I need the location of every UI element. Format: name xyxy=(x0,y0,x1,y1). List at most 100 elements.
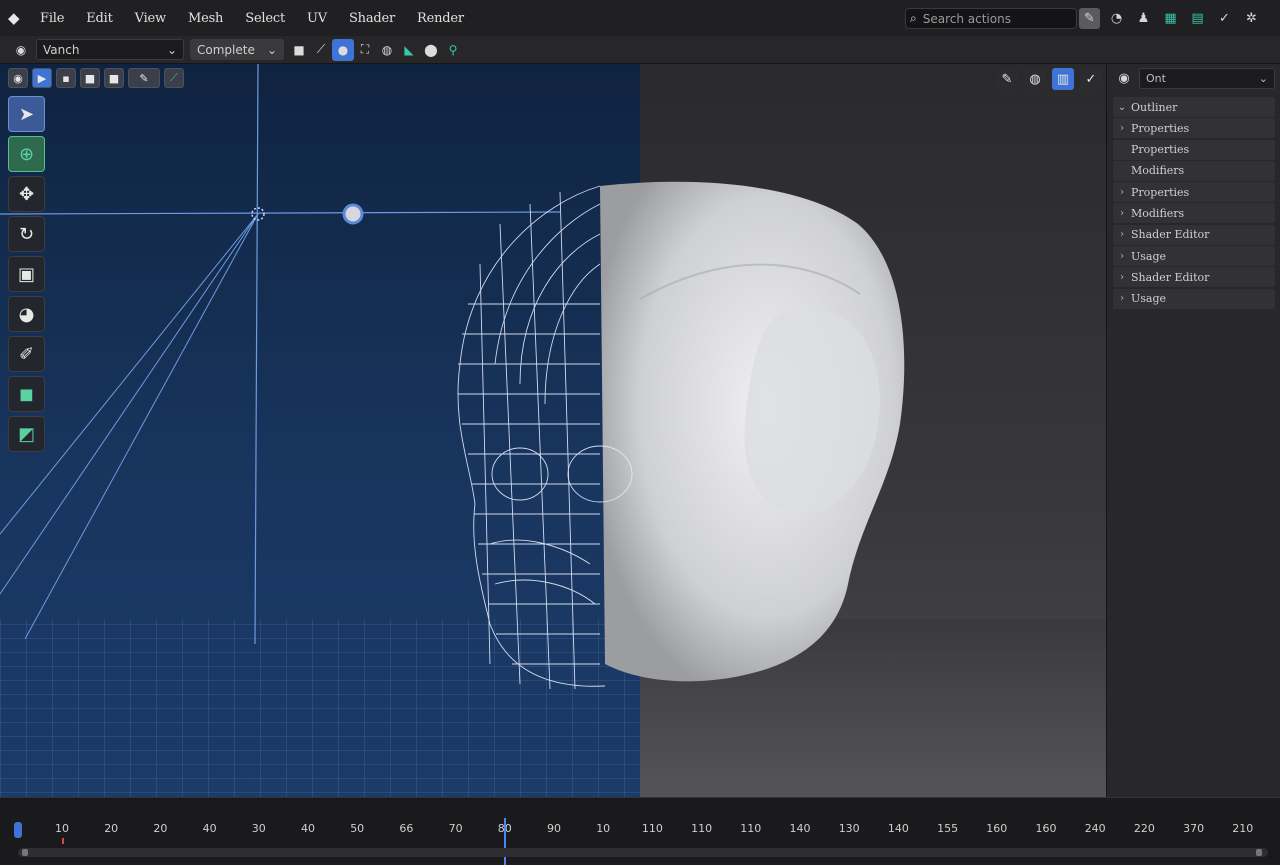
panel-item-modifiers[interactable]: › Modifiers xyxy=(1113,203,1275,224)
menu-render[interactable]: Render xyxy=(417,11,464,26)
panel-item-shader-editor[interactable]: › Shader Editor xyxy=(1113,267,1275,288)
snap-icon[interactable]: ◣ xyxy=(398,39,420,61)
panel-item-label: Properties xyxy=(1131,121,1190,135)
panel-item-label: Usage xyxy=(1131,249,1167,263)
search-input[interactable]: ⌕ Search actions xyxy=(905,8,1077,29)
viewport-header: ◉ ▶ ▪ ■ ■ ✎ ⟋ xyxy=(8,68,184,88)
timeline-tick-label: 40 xyxy=(301,822,315,835)
menu-file[interactable]: File xyxy=(40,11,64,26)
face-icon[interactable]: ■ xyxy=(80,68,100,88)
move-tool-icon[interactable]: ✥ xyxy=(8,176,45,212)
chevron-right-icon: › xyxy=(1120,250,1124,262)
panel-item-properties[interactable]: › Properties xyxy=(1113,182,1275,203)
timeline-scrollbar[interactable] xyxy=(18,848,1268,857)
timeline-tick-label: 370 xyxy=(1183,822,1205,835)
timeline-tick-label: 20 xyxy=(104,822,119,835)
complete-dropdown[interactable]: Complete ⌄ xyxy=(190,39,284,60)
panel-item-usage[interactable]: › Usage xyxy=(1113,246,1275,267)
right-panel-list: ⌄ Outliner › Properties Properties Modifie… xyxy=(1113,97,1275,310)
proportional-icon[interactable]: ⚲ xyxy=(442,39,464,61)
scrollbar-end-handle[interactable] xyxy=(1256,849,1262,856)
check-circle-icon[interactable]: ✓ xyxy=(1214,8,1235,29)
panel-item-label: Shader Editor xyxy=(1131,228,1210,242)
cursor-tool-icon[interactable]: ⊕ xyxy=(8,136,45,172)
rotate-tool-icon[interactable]: ↻ xyxy=(8,216,45,252)
mode-dropdown-label: Vanch xyxy=(43,42,80,57)
timeline-tick-label: 66 xyxy=(399,822,414,835)
timeline-tick-label: 50 xyxy=(350,822,365,835)
viewport-scene xyxy=(0,64,905,797)
view-icon[interactable]: ◉ xyxy=(8,68,28,88)
chevron-right-icon: › xyxy=(1120,293,1124,305)
menu-uv[interactable]: UV xyxy=(307,11,327,26)
pencil-icon[interactable]: ✎ xyxy=(996,68,1018,90)
sphere-icon[interactable]: ⬤ xyxy=(420,39,442,61)
settings-icon[interactable]: ✲ xyxy=(1241,8,1262,29)
timeline-tick-label: 220 xyxy=(1133,822,1155,835)
chevron-down-icon: ⌄ xyxy=(266,42,277,57)
menu-mesh[interactable]: Mesh xyxy=(188,11,223,26)
timeline-tick-label: 110 xyxy=(691,822,713,835)
bell-icon[interactable]: ♟ xyxy=(1133,8,1154,29)
add-cube-tool-icon[interactable]: ◼ xyxy=(8,376,45,412)
mode-dropdown[interactable]: Vanch ⌄ xyxy=(36,39,184,60)
3d-viewport[interactable]: ◉ ▶ ▪ ■ ■ ✎ ⟋ ➤ ⊕ ✥ ↻ ▣ ◕ ✐ ◼ ◩ ✎ ◍ ▥ ✓ xyxy=(0,64,1106,797)
blender-icon[interactable]: ◆ xyxy=(8,10,26,26)
transform-tool-icon[interactable]: ◕ xyxy=(8,296,45,332)
menu-edit[interactable]: Edit xyxy=(86,11,113,26)
scrollbar-start-handle[interactable] xyxy=(22,849,28,856)
timeline-ruler[interactable]: 1020204030405066708090101101101101401301… xyxy=(0,820,1280,842)
light-gizmo[interactable] xyxy=(342,203,364,225)
pen-icon[interactable]: ✎ xyxy=(128,68,160,88)
top-icons: ✎ ◔ ♟ ▦ ▤ ✓ ✲ xyxy=(1079,8,1262,29)
panel-item-properties[interactable]: Properties xyxy=(1113,139,1275,160)
chevron-right-icon: › xyxy=(1120,207,1124,219)
guide-line-vertical xyxy=(254,64,259,645)
transform-icon[interactable]: ⟋ xyxy=(164,68,184,88)
square-icon[interactable]: ■ xyxy=(288,39,310,61)
layout-icon[interactable]: ▦ xyxy=(1160,8,1181,29)
checkmark-icon[interactable]: ✓ xyxy=(1080,68,1102,90)
scale-tool-icon[interactable]: ▣ xyxy=(8,256,45,292)
menu-view[interactable]: View xyxy=(135,11,167,26)
menu-shader[interactable]: Shader xyxy=(349,11,395,26)
viewport-overlay-buttons: ✎ ◍ ▥ ✓ xyxy=(996,68,1102,90)
menu-select[interactable]: Select xyxy=(245,11,285,26)
globe-icon[interactable]: ◍ xyxy=(1024,68,1046,90)
panel-item-label: Properties xyxy=(1131,185,1190,199)
panel-item-usage[interactable]: › Usage xyxy=(1113,288,1275,309)
face-icon-2[interactable]: ■ xyxy=(104,68,124,88)
extrude-tool-icon[interactable]: ◩ xyxy=(8,416,45,452)
timeline-tick-label: 40 xyxy=(202,822,217,835)
mesh-icon[interactable]: ◍ xyxy=(376,39,398,61)
panel-item-label: Shader Editor xyxy=(1131,270,1210,284)
panel-item-label: Modifiers xyxy=(1131,164,1185,178)
timeline-tick-label: 240 xyxy=(1084,822,1106,835)
edge-icon[interactable]: ▪ xyxy=(56,68,76,88)
shading-icon[interactable]: ▥ xyxy=(1052,68,1074,90)
chevron-down-icon: ⌄ xyxy=(1258,71,1268,85)
right-panel-dropdown[interactable]: Ont ⌄ xyxy=(1139,67,1275,89)
wrench-icon[interactable]: ✎ xyxy=(1079,8,1100,29)
circle-select-icon[interactable]: ● xyxy=(332,38,354,61)
select-tool-icon[interactable]: ➤ xyxy=(8,96,45,132)
playhead[interactable] xyxy=(504,818,506,865)
editor-type-icon[interactable]: ◉ xyxy=(10,39,32,61)
lasso-icon[interactable]: ⛶ xyxy=(354,39,376,61)
grid-icon[interactable]: ▤ xyxy=(1187,8,1208,29)
properties-icon[interactable]: ◉ xyxy=(1113,71,1135,86)
vertex-select-icon[interactable]: ▶ xyxy=(32,68,52,88)
edge-select-icon[interactable]: ⟋ xyxy=(310,39,332,61)
annotate-tool-icon[interactable]: ✐ xyxy=(8,336,45,372)
timeline-tick-label: 20 xyxy=(153,822,168,835)
chevron-right-icon: › xyxy=(1120,229,1124,241)
menu-bar: ◆ File Edit View Mesh Select UV Shader R… xyxy=(0,0,1280,36)
timeline[interactable]: 1020204030405066708090101101101101401301… xyxy=(0,797,1280,865)
chevron-right-icon: › xyxy=(1120,271,1124,283)
panel-item-label: Usage xyxy=(1131,292,1167,306)
panel-item-properties[interactable]: › Properties xyxy=(1113,118,1275,139)
panel-item-outliner[interactable]: ⌄ Outliner xyxy=(1113,97,1275,117)
chat-icon[interactable]: ◔ xyxy=(1106,8,1127,29)
panel-item-shader-editor[interactable]: › Shader Editor xyxy=(1113,224,1275,245)
panel-item-modifiers[interactable]: Modifiers xyxy=(1113,160,1275,181)
